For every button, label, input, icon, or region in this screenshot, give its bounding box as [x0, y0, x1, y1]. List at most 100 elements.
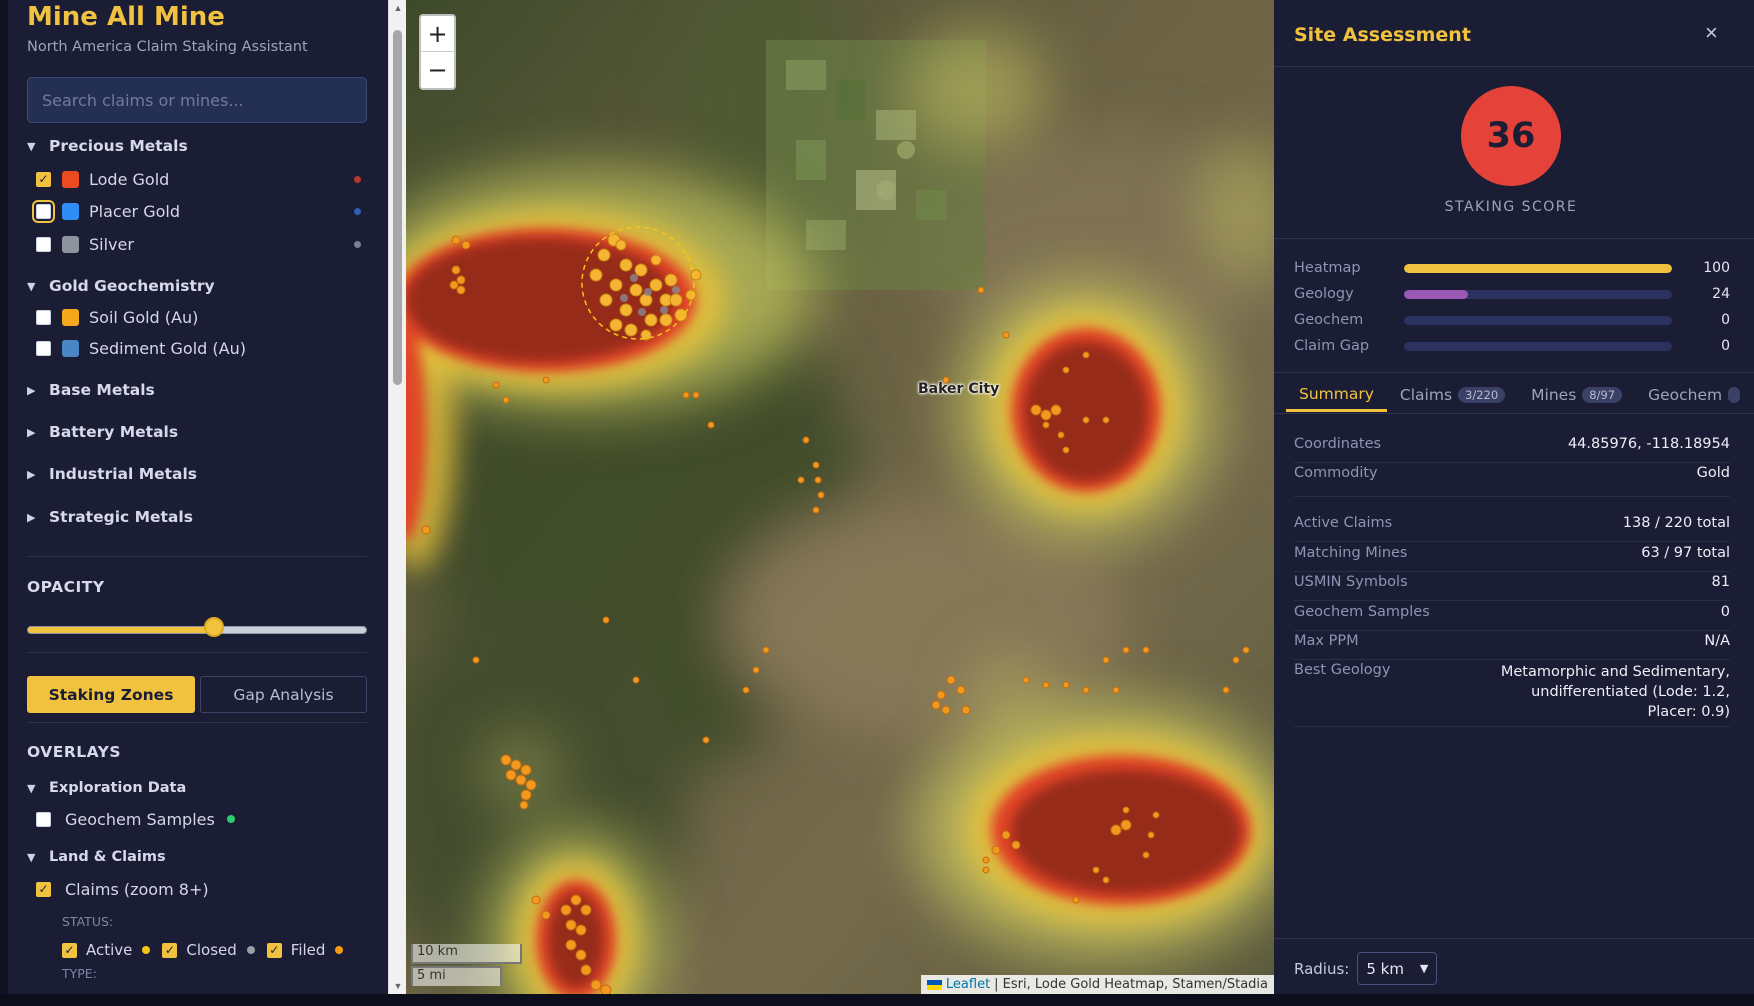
radius-label: Radius:: [1294, 959, 1350, 978]
zoom-out-button[interactable]: −: [421, 52, 454, 88]
close-icon[interactable]: ×: [1705, 20, 1718, 46]
divider: [1294, 659, 1730, 660]
status-dot: [354, 207, 361, 215]
status-filters: Active Closed Filed: [62, 941, 355, 959]
group-label: Precious Metals: [49, 137, 188, 155]
checkbox-filed[interactable]: [266, 942, 282, 958]
layer-soil-gold[interactable]: Soil Gold (Au): [36, 306, 361, 328]
app-subtitle: North America Claim Staking Assistant: [27, 39, 308, 55]
radius-control: Radius: 5 km ▼: [1294, 952, 1438, 985]
opacity-slider-thumb[interactable]: [204, 617, 224, 637]
color-swatch: [62, 235, 79, 253]
opacity-fill: [28, 627, 215, 633]
status-dot: [142, 946, 151, 954]
row-best-geology: Best Geology Metamorphic and Sedimentary…: [1294, 662, 1730, 722]
scale-bar-km: 10 km: [411, 944, 522, 964]
row-coordinates: Coordinates 44.85976, -118.18954: [1294, 436, 1730, 452]
layer-sediment-gold[interactable]: Sediment Gold (Au): [36, 337, 361, 359]
panel-tabs: Summary Claims 3/220 Mines 8/97 Geochem …: [1286, 378, 1754, 414]
layer-lode-gold[interactable]: Lode Gold: [36, 168, 361, 190]
radius-select[interactable]: 5 km ▼: [1357, 952, 1438, 985]
metric-fill: [1404, 263, 1672, 273]
scroll-down-arrow-icon[interactable]: ▼: [389, 978, 407, 994]
staking-zones-button[interactable]: Staking Zones: [27, 676, 195, 713]
status-item-label: Filed: [290, 941, 326, 959]
layer-geochem-samples[interactable]: Geochem Samples: [36, 808, 361, 830]
checkbox-active[interactable]: [62, 942, 77, 958]
sidebar-scrollbar[interactable]: ▲ ▼: [388, 0, 406, 994]
leaflet-link[interactable]: Leaflet: [946, 977, 990, 992]
staking-score-circle: 36: [1461, 86, 1561, 186]
type-label: TYPE:: [62, 966, 97, 981]
tab-summary[interactable]: Summary: [1286, 378, 1387, 412]
group-precious-metals[interactable]: ▼ Precious Metals: [27, 137, 188, 155]
checkbox-geochem-samples[interactable]: [36, 811, 51, 827]
group-label: Battery Metals: [49, 423, 179, 441]
metric-name: Claim Gap: [1294, 338, 1370, 354]
group-label: Base Metals: [49, 381, 155, 399]
tab-geochem[interactable]: Geochem: [1635, 378, 1753, 412]
row-active-claims: Active Claims 138 / 220 total: [1294, 515, 1730, 531]
layer-silver[interactable]: Silver: [36, 233, 361, 255]
map-attribution: Leaflet | Esri, Lode Gold Heatmap, Stame…: [920, 975, 1274, 994]
status-dot: [226, 815, 235, 823]
scrollbar-thumb[interactable]: [393, 30, 402, 385]
zoom-control: + −: [419, 14, 456, 90]
group-label: Gold Geochemistry: [49, 277, 215, 295]
status-filed[interactable]: Filed: [266, 941, 344, 959]
row-value: 44.85976, -118.18954: [1567, 436, 1730, 452]
group-strategic-metals[interactable]: ▶ Strategic Metals: [27, 508, 193, 526]
checkbox-sediment-gold[interactable]: [36, 340, 51, 356]
metric-name: Geochem: [1294, 312, 1364, 328]
group-exploration-data[interactable]: ▼ Exploration Data: [27, 780, 186, 796]
tab-badge: 8/97: [1582, 387, 1623, 403]
metric-value: 0: [1721, 338, 1730, 354]
app-title: Mine All Mine: [27, 2, 225, 32]
gap-analysis-button[interactable]: Gap Analysis: [200, 676, 367, 713]
status-closed[interactable]: Closed: [162, 941, 255, 959]
divider: [1294, 600, 1730, 601]
zoom-in-button[interactable]: +: [421, 16, 454, 52]
row-value: 138 / 220 total: [1622, 515, 1730, 531]
group-industrial-metals[interactable]: ▶ Industrial Metals: [27, 465, 197, 483]
tab-claims[interactable]: Claims 3/220: [1387, 378, 1518, 412]
metric-bar: [1404, 263, 1672, 273]
ukraine-flag-icon: [926, 979, 942, 990]
tab-mines[interactable]: Mines 8/97: [1518, 378, 1635, 412]
caret-down-icon: ▼: [27, 279, 36, 293]
group-label: Industrial Metals: [49, 465, 198, 483]
checkbox-placer-gold[interactable]: [32, 199, 55, 223]
layer-label: Soil Gold (Au): [89, 307, 199, 327]
metric-name: Heatmap: [1294, 260, 1361, 276]
sidebar-edge: [0, 0, 8, 994]
row-commodity: Commodity Gold: [1294, 465, 1730, 481]
radius-value: 5 km: [1366, 959, 1404, 978]
checkbox-silver[interactable]: [36, 236, 51, 252]
scale-bar-mi: 5 mi: [411, 966, 502, 986]
divider: [1274, 372, 1754, 373]
group-gold-geochemistry[interactable]: ▼ Gold Geochemistry: [27, 277, 215, 295]
layer-placer-gold[interactable]: Placer Gold: [32, 199, 361, 223]
scroll-up-arrow-icon[interactable]: ▲: [389, 0, 407, 16]
checkbox-soil-gold[interactable]: [36, 309, 51, 325]
status-active[interactable]: Active: [62, 941, 151, 959]
divider: [1294, 541, 1730, 542]
city-label: Baker City: [918, 381, 1000, 397]
checkbox-claims[interactable]: [36, 881, 51, 897]
metric-geochem: Geochem 0: [1294, 310, 1730, 330]
checkbox-closed[interactable]: [162, 942, 178, 958]
layer-claims[interactable]: Claims (zoom 8+): [36, 878, 361, 900]
search-input[interactable]: [27, 77, 367, 123]
satellite-heatmap: [406, 0, 1274, 994]
checkbox-lode-gold[interactable]: [36, 171, 51, 187]
opacity-slider[interactable]: [27, 626, 367, 634]
metric-bar: [1404, 315, 1672, 325]
divider: [1274, 413, 1754, 414]
map-view[interactable]: + − Baker City 10 km 5 mi Leaflet | Esri…: [406, 0, 1274, 994]
metric-heatmap: Heatmap 100: [1294, 258, 1730, 278]
group-base-metals[interactable]: ▶ Base Metals: [27, 381, 155, 399]
row-key: Best Geology: [1294, 662, 1391, 678]
group-battery-metals[interactable]: ▶ Battery Metals: [27, 423, 178, 441]
site-assessment-panel: Site Assessment × 36 STAKING SCORE Heatm…: [1274, 0, 1754, 994]
group-land-claims[interactable]: ▼ Land & Claims: [27, 849, 166, 865]
